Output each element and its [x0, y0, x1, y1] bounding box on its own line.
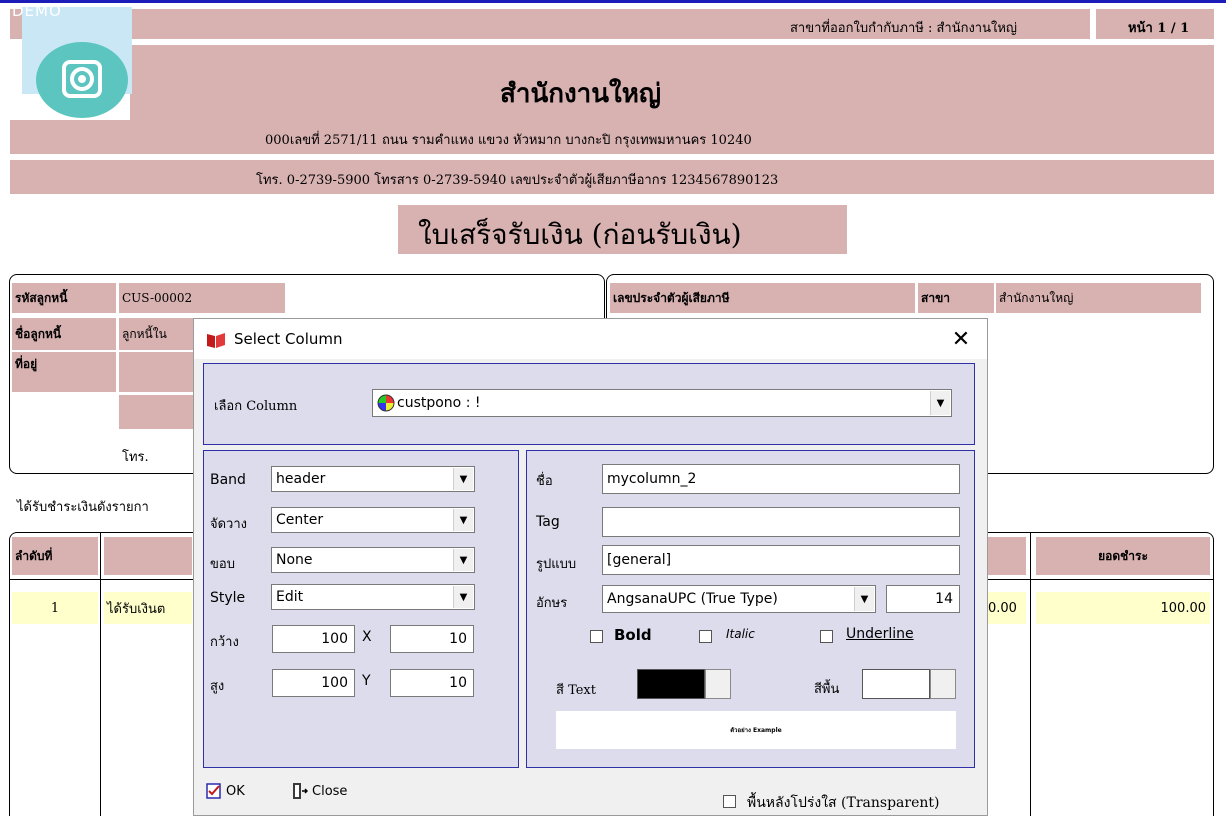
align-label: จัดวาง [210, 517, 248, 532]
border-dropdown[interactable]: None ▼ [271, 547, 475, 573]
format-input[interactable]: [general] [602, 545, 960, 575]
text-color-picker-button[interactable] [705, 669, 731, 699]
column-header-amount [988, 537, 1026, 575]
chevron-down-icon[interactable]: ▼ [453, 586, 473, 608]
row1-amount: 100.00 [1036, 592, 1210, 624]
branch-col-label: สาขา [918, 283, 994, 313]
logo-icon [36, 42, 128, 118]
company-address: 000เลขที่ 2571/11 ถนน รามคำแหง แขวง หัวห… [265, 133, 752, 148]
close-button[interactable]: Close [312, 784, 347, 799]
address-line1 [119, 352, 199, 392]
bold-label: Bold [614, 626, 652, 644]
border-value: None [276, 552, 313, 568]
band-dropdown[interactable]: header ▼ [271, 466, 475, 492]
band-label: Band [210, 472, 246, 488]
top-border-line [0, 0, 1226, 3]
align-dropdown[interactable]: Center ▼ [271, 507, 475, 533]
bold-checkbox[interactable] [590, 630, 603, 643]
company-contact: โทร. 0-2739-5900 โทรสาร 0-2739-5940 เลขป… [256, 173, 779, 188]
bg-color-picker-button[interactable] [930, 669, 956, 699]
style-value: Edit [276, 589, 304, 605]
checkmark-doc-icon [206, 783, 222, 799]
select-column-dropdown[interactable]: custpono : ! ▼ [372, 389, 952, 417]
customer-code-value: CUS-00002 [119, 283, 285, 313]
column-header-seq: ลำดับที่ [12, 537, 98, 575]
color-wheel-icon [377, 394, 395, 412]
chevron-down-icon[interactable]: ▼ [854, 587, 874, 611]
underline-label: Underline [846, 626, 914, 642]
column-divider-right [1030, 532, 1031, 816]
row1-desc: ได้รับเงินต [104, 592, 192, 624]
address-label: ที่อยู่ [12, 352, 116, 392]
font-value: AngsanaUPC (True Type) [607, 591, 778, 607]
chevron-down-icon[interactable]: ▼ [453, 549, 473, 571]
band-value: header [276, 471, 326, 487]
text-color-swatch[interactable] [637, 669, 705, 699]
select-column-value: custpono : ! [397, 395, 481, 411]
close-icon[interactable]: ✕ [947, 325, 975, 353]
width-input[interactable]: 100 [272, 625, 355, 653]
height-input[interactable]: 100 [272, 669, 355, 697]
bg-color-label: สีพื้น [814, 682, 840, 697]
y-label: Y [362, 673, 371, 689]
transparent-label: พื้นหลังโปร่งใส (Transparent) [747, 795, 940, 811]
branch-issuer-label: สาขาที่ออกใบกำกับภาษี : สำนักงานใหญ่ [790, 21, 1017, 36]
customer-name-value: ลูกหนี้ใน [119, 318, 199, 350]
customer-code-label: รหัสลูกหนี้ [12, 283, 116, 313]
tel-label: โทร. [122, 450, 149, 465]
ok-button[interactable]: OK [226, 784, 245, 799]
chevron-down-icon[interactable]: ▼ [453, 509, 473, 531]
chevron-down-icon[interactable]: ▼ [930, 391, 950, 415]
style-dropdown[interactable]: Edit ▼ [271, 584, 475, 610]
italic-checkbox[interactable] [699, 630, 712, 643]
font-label: อักษร [536, 596, 568, 611]
dialog-title: Select Column [234, 330, 343, 348]
x-label: X [362, 629, 372, 645]
name-label: ชื่อ [536, 474, 553, 489]
branch-value: สำนักงานใหญ่ [996, 283, 1201, 313]
font-dropdown[interactable]: AngsanaUPC (True Type) ▼ [602, 585, 876, 613]
align-value: Center [276, 512, 324, 528]
address-line2 [119, 395, 199, 429]
y-input[interactable]: 10 [390, 669, 474, 697]
italic-label: Italic [726, 627, 755, 641]
border-label: ขอบ [210, 557, 235, 572]
company-name-band [130, 45, 1214, 121]
column-header-payment: ยอดชำระ [1036, 537, 1210, 575]
font-size-input[interactable]: 14 [886, 585, 960, 613]
demo-watermark: DEMO [12, 2, 62, 20]
width-label: กว้าง [210, 635, 239, 650]
row1-seq: 1 [12, 592, 98, 624]
text-color-label: สี Text [556, 683, 596, 698]
customer-name-label: ชื่อลูกหนี้ [12, 318, 116, 350]
underline-checkbox[interactable] [820, 630, 833, 643]
tax-id-label: เลขประจำตัวผู้เสียภาษี [610, 283, 915, 313]
height-label: สูง [210, 679, 225, 694]
door-exit-icon [292, 782, 309, 800]
select-column-dialog: Select Column ✕ เลือก Column custpono : … [193, 318, 988, 816]
font-preview: ตัวอย่าง Example [556, 711, 956, 749]
tag-label: Tag [536, 514, 560, 530]
style-label: Style [210, 590, 246, 606]
format-label: รูปแบบ [536, 557, 577, 572]
x-input[interactable]: 10 [390, 625, 474, 653]
red-book-icon [206, 331, 226, 349]
page-number: หน้า 1 / 1 [1128, 21, 1190, 36]
row1-amount-partial: 0.00 [988, 592, 1026, 624]
received-label: ได้รับชำระเงินดังรายกา [17, 500, 149, 515]
transparent-checkbox[interactable] [723, 795, 736, 808]
chevron-down-icon[interactable]: ▼ [453, 468, 473, 490]
name-input[interactable]: mycolumn_2 [602, 464, 960, 494]
select-column-label: เลือก Column [214, 399, 298, 414]
company-name: สำนักงานใหญ่ [500, 79, 662, 109]
column-header-desc [104, 537, 192, 575]
bg-color-swatch[interactable] [862, 669, 930, 699]
tag-input[interactable] [602, 507, 960, 537]
doc-title: ใบเสร็จรับเงิน (ก่อนรับเงิน) [418, 218, 742, 251]
column-divider [100, 532, 101, 816]
